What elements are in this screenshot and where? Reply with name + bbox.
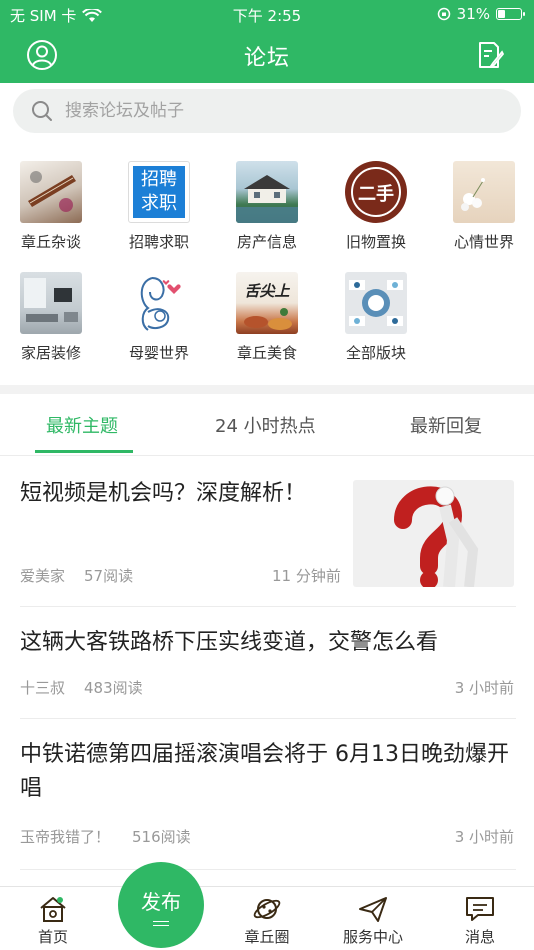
page-title: 论坛: [243, 46, 290, 71]
post-title: 中铁诺德第四届摇滚演唱会将于 6月13日晚劲爆开唱: [20, 742, 509, 801]
message-icon: [466, 897, 494, 921]
post-reads: 483阅读: [84, 679, 143, 697]
category-mother-baby[interactable]: 母婴世界: [105, 272, 213, 363]
orientation-lock-icon: [437, 7, 450, 21]
flowers-photo-icon: [453, 161, 515, 223]
post-item[interactable]: 短视频是机会吗？深度解析！ 爱美家 57阅读 11 分钟前: [20, 477, 516, 607]
section-divider: [0, 385, 534, 394]
post-title: 这辆大客铁路桥下压实线变道，交警怎么看: [20, 630, 439, 655]
status-bar: 无 SIM 卡 下午 2:55 31%: [0, 0, 534, 28]
category-label: 房产信息: [236, 233, 297, 251]
interior-photo-icon: [20, 272, 82, 334]
all-sections-grid-icon: [345, 272, 407, 334]
category-label: 家居装修: [20, 344, 81, 362]
battery-percent: 31%: [456, 5, 490, 23]
post-item[interactable]: 中铁诺德第四届摇滚演唱会将于 6月13日晚劲爆开唱 玉帝我错了！ 516阅读 3…: [20, 738, 516, 870]
category-label: 招聘求职: [128, 233, 189, 251]
search-icon: [32, 101, 52, 121]
category-all-sections[interactable]: 全部版块: [322, 272, 430, 363]
badge-text: 招聘: [141, 169, 177, 190]
tab-zhangqiu-circle[interactable]: 章丘圈: [227, 895, 307, 947]
category-zhangqiu-chat[interactable]: 章丘杂谈: [0, 161, 105, 252]
home-icon: [40, 897, 66, 922]
food-photo-icon: 舌尖上: [236, 272, 298, 334]
tab-label: 服务中心: [342, 928, 403, 946]
compose-button[interactable]: [473, 38, 507, 72]
secondhand-badge-icon: 二手: [345, 161, 407, 223]
category-label: 旧物置换: [345, 233, 406, 251]
row-divider: [20, 718, 516, 719]
tab-latest-topics[interactable]: 最新主题: [46, 412, 118, 438]
edit-note-icon: [479, 42, 505, 68]
badge-text: 求职: [141, 193, 177, 214]
house-photo-icon: [236, 161, 298, 223]
battery-icon: [496, 8, 525, 20]
bottom-tab-bar: 首页 章丘圈 服务中心 消息: [0, 886, 534, 950]
post-time: 11 分钟前: [272, 567, 341, 585]
tab-latest-replies[interactable]: 最新回复: [410, 412, 482, 438]
planet-icon: [253, 899, 281, 919]
guzheng-photo-icon: [20, 161, 82, 223]
tab-label: 消息: [464, 928, 495, 946]
post-reads: 57阅读: [84, 567, 134, 585]
category-label: 心情世界: [453, 233, 514, 251]
category-mood[interactable]: 心情世界: [430, 161, 534, 252]
recruitment-badge-icon: 招聘 求职: [128, 161, 190, 223]
category-secondhand[interactable]: 二手 旧物置换: [322, 161, 430, 252]
tab-home[interactable]: 首页: [13, 895, 93, 947]
post-author: 玉帝我错了！: [20, 828, 111, 846]
tab-label: 章丘圈: [244, 928, 290, 946]
tab-bar-topics: 最新主题 24 小时热点 最新回复: [0, 394, 534, 456]
active-tab-indicator: [35, 450, 133, 453]
badge-text: 二手: [358, 184, 394, 205]
publish-label: 发布: [141, 890, 181, 914]
nav-bar: 论坛: [0, 28, 534, 83]
category-recruitment[interactable]: 招聘 求职 招聘求职: [105, 161, 213, 252]
post-title: 短视频是机会吗？深度解析！: [20, 481, 307, 506]
post-time: 3 小时前: [454, 679, 514, 697]
tab-label: 首页: [37, 928, 68, 946]
category-label: 章丘美食: [236, 344, 297, 362]
tab-messages[interactable]: 消息: [440, 895, 520, 947]
tab-24h-hot[interactable]: 24 小时热点: [215, 412, 316, 438]
category-label: 章丘杂谈: [20, 233, 81, 251]
category-label: 母婴世界: [128, 344, 189, 362]
post-reads: 516阅读: [132, 828, 191, 846]
publish-lines-icon: [153, 921, 169, 926]
category-label: 全部版块: [345, 344, 406, 362]
post-author: 爱美家: [20, 567, 66, 585]
publish-button[interactable]: 发布: [118, 862, 204, 948]
post-time: 3 小时前: [454, 828, 514, 846]
question-mark-figure-icon: [353, 480, 514, 587]
mother-baby-illustration-icon: [128, 272, 190, 334]
row-divider: [20, 606, 516, 607]
search-input[interactable]: [65, 101, 465, 121]
post-author: 十三叔: [20, 679, 66, 697]
post-item[interactable]: 这辆大客铁路桥下压实线变道，交警怎么看 十三叔 483阅读 3 小时前: [20, 626, 516, 719]
category-real-estate[interactable]: 房产信息: [213, 161, 321, 252]
search-bar[interactable]: [13, 89, 521, 133]
paper-plane-icon: [359, 897, 387, 922]
row-divider: [20, 869, 516, 870]
category-food[interactable]: 舌尖上 章丘美食: [213, 272, 321, 363]
tab-service-center[interactable]: 服务中心: [333, 895, 413, 947]
category-home-decor[interactable]: 家居装修: [0, 272, 105, 363]
